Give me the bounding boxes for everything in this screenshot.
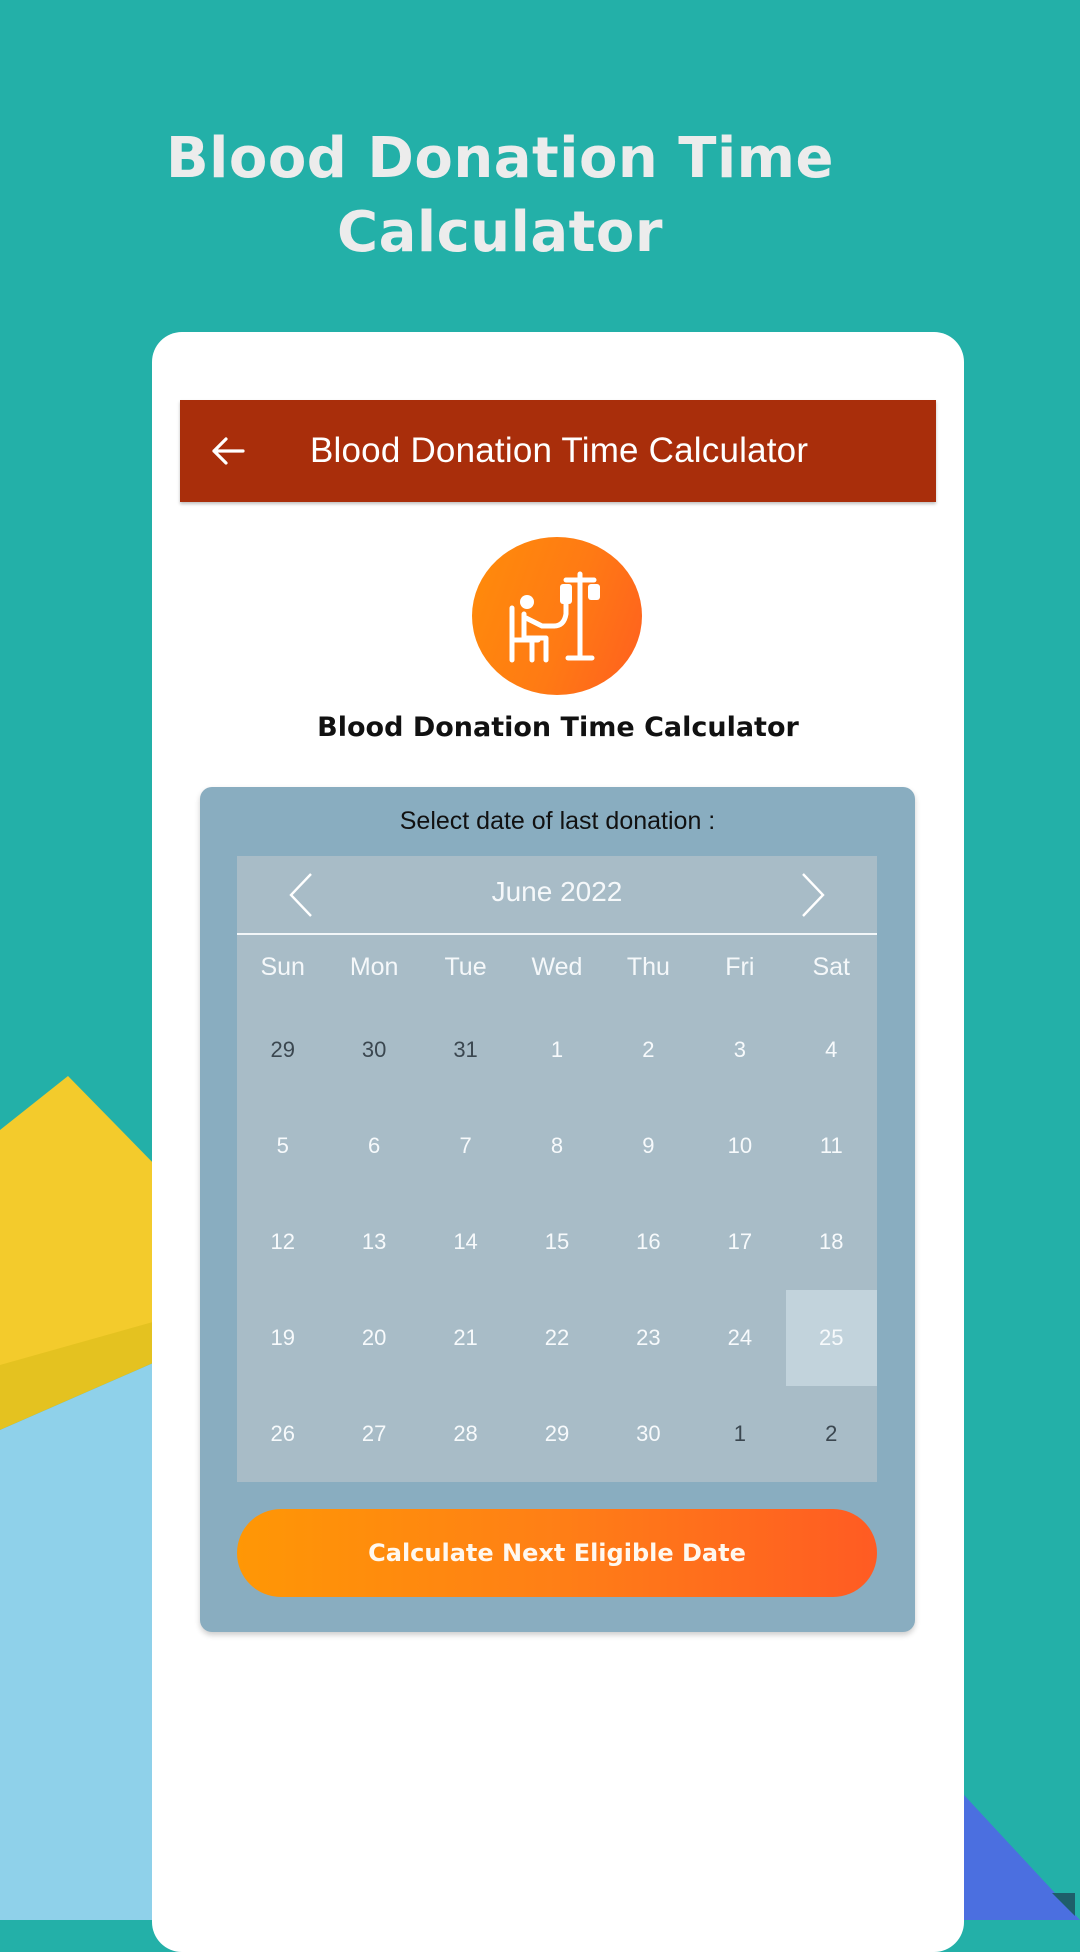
calendar-day[interactable]: 14: [420, 1194, 511, 1290]
calendar: June 2022 Sun Mon Tue Wed Thu Fri Sat 29…: [237, 856, 877, 1482]
date-selection-panel: Select date of last donation : June 2022…: [200, 787, 915, 1632]
weekday-header-row: Sun Mon Tue Wed Thu Fri Sat: [237, 953, 877, 982]
chevron-right-icon: [802, 873, 825, 917]
calendar-day[interactable]: 30: [603, 1386, 694, 1482]
calendar-day-selected[interactable]: 25: [785, 1290, 877, 1386]
blood-donor-iv-stand-icon: [509, 571, 600, 663]
calendar-day[interactable]: 5: [237, 1098, 328, 1194]
calendar-day-outside-month[interactable]: 2: [786, 1386, 877, 1482]
calendar-day[interactable]: 18: [786, 1194, 877, 1290]
calendar-day[interactable]: 1: [511, 1002, 602, 1098]
app-bar-title: Blood Donation Time Calculator: [310, 431, 809, 470]
weekday-label: Sat: [812, 953, 850, 981]
calendar-day[interactable]: 20: [328, 1290, 419, 1386]
calendar-day[interactable]: 21: [420, 1290, 511, 1386]
calendar-day-outside-month[interactable]: 31: [420, 1002, 511, 1098]
light-blue-shape: [0, 1360, 160, 1920]
calendar-day[interactable]: 29: [511, 1386, 602, 1482]
calendar-day[interactable]: 15: [511, 1194, 602, 1290]
calendar-day[interactable]: 10: [694, 1098, 785, 1194]
calendar-day[interactable]: 12: [237, 1194, 328, 1290]
calendar-day[interactable]: 26: [237, 1386, 328, 1482]
app-bar: Blood Donation Time Calculator: [180, 400, 936, 502]
promo-title: Blood Donation Time Calculator: [130, 122, 870, 270]
calendar-day[interactable]: 2: [603, 1002, 694, 1098]
weekday-label: Sun: [260, 953, 305, 981]
calendar-day[interactable]: 16: [603, 1194, 694, 1290]
calendar-day[interactable]: 24: [694, 1290, 785, 1386]
hero-icon-circle: [472, 537, 642, 695]
next-month-button[interactable]: [787, 870, 837, 920]
screen-subtitle: Blood Donation Time Calculator: [317, 712, 799, 743]
calendar-day[interactable]: 17: [694, 1194, 785, 1290]
arrow-left-icon: [212, 437, 245, 465]
calculate-next-eligible-date-button[interactable]: Calculate Next Eligible Date: [237, 1509, 877, 1597]
calendar-day[interactable]: 23: [603, 1290, 694, 1386]
weekday-label: Fri: [725, 953, 755, 981]
calendar-day-outside-month[interactable]: 29: [237, 1002, 328, 1098]
calendar-day[interactable]: 19: [237, 1290, 328, 1386]
calendar-day[interactable]: 28: [420, 1386, 511, 1482]
calendar-day-outside-month[interactable]: 30: [328, 1002, 419, 1098]
calendar-day[interactable]: 6: [328, 1098, 419, 1194]
promo-title-line-1: Blood Donation Time: [165, 126, 835, 191]
calendar-day[interactable]: 9: [603, 1098, 694, 1194]
calendar-day-grid: 29 30 31 1 2 3 4 5 6 7 8 9 10 11 12 13 14 15 16 17 18 19 20 21 2…: [237, 1002, 877, 1482]
promo-title-line-2: Calculator: [337, 200, 663, 265]
weekday-label: Thu: [626, 953, 670, 981]
calendar-day[interactable]: 11: [786, 1098, 877, 1194]
calendar-day[interactable]: 4: [786, 1002, 877, 1098]
calendar-day-outside-month[interactable]: 1: [694, 1386, 785, 1482]
calendar-day[interactable]: 7: [420, 1098, 511, 1194]
calendar-day[interactable]: 22: [511, 1290, 602, 1386]
weekday-label: Mon: [349, 953, 399, 981]
select-date-label: Select date of last donation :: [399, 807, 716, 835]
back-button[interactable]: [184, 400, 272, 502]
calendar-day[interactable]: 27: [328, 1386, 419, 1482]
calendar-day[interactable]: 8: [511, 1098, 602, 1194]
calendar-header: June 2022: [237, 856, 877, 935]
weekday-label: Wed: [531, 953, 583, 981]
weekday-label: Tue: [444, 953, 487, 981]
calendar-day[interactable]: 3: [694, 1002, 785, 1098]
calendar-month-label: June 2022: [491, 876, 623, 907]
calendar-day[interactable]: 13: [328, 1194, 419, 1290]
